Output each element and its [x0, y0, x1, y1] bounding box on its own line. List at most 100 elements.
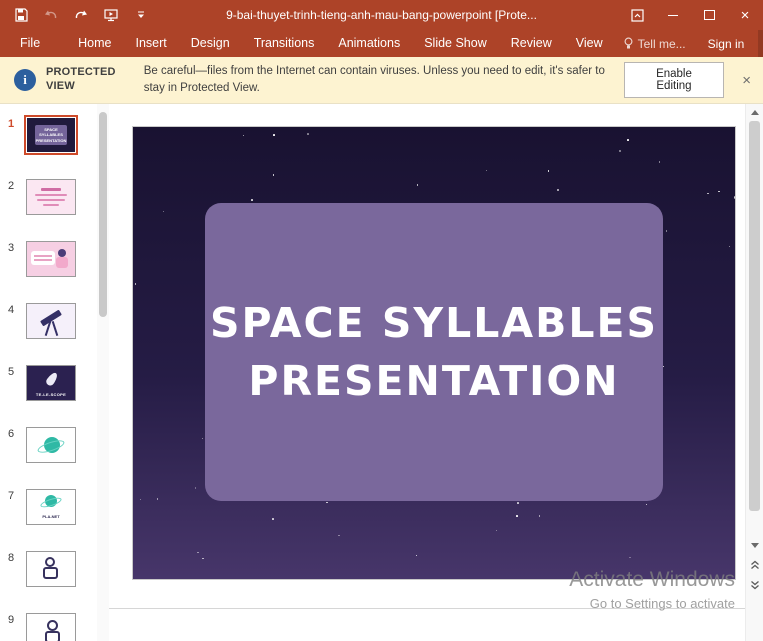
scroll-down-button[interactable] — [746, 535, 763, 555]
start-slideshow-button[interactable] — [96, 0, 126, 30]
redo-button[interactable] — [66, 0, 96, 30]
slideshow-monitor-icon — [104, 8, 118, 22]
mini-text-line — [43, 204, 59, 206]
slide-title-card[interactable]: SPACE SYLLABLES PRESENTATION — [205, 203, 663, 501]
mini-telescope-leg — [51, 321, 59, 336]
save-icon — [14, 8, 28, 22]
mini-text-line — [37, 199, 65, 201]
thumbnail-panel-scrollbar[interactable] — [97, 104, 109, 641]
mini-telescope — [40, 309, 62, 327]
triangle-down-icon — [750, 542, 759, 548]
tab-animations[interactable]: Animations — [326, 30, 412, 57]
tab-home[interactable]: Home — [66, 30, 123, 57]
slide-number: 1 — [8, 118, 15, 130]
mini-text-line — [41, 188, 61, 191]
mini-astronaut-helmet — [45, 557, 55, 567]
slide-1-thumb: SPACE SYLLABLES PRESENTATION — [26, 117, 76, 153]
undo-button[interactable] — [36, 0, 66, 30]
window-title: 9-bai-thuyet-trinh-tieng-anh-mau-bang-po… — [226, 8, 537, 22]
slide-thumbnail-5[interactable]: 5 TE-LE-SCOPE — [0, 364, 97, 426]
lightbulb-icon — [623, 37, 634, 50]
slide-number: 3 — [8, 242, 15, 254]
tab-insert[interactable]: Insert — [124, 30, 179, 57]
save-button[interactable] — [6, 0, 36, 30]
slide-4-thumb — [26, 303, 76, 339]
info-circle-icon: i — [14, 69, 36, 91]
protected-view-message: Be careful—files from the Internet can c… — [143, 65, 605, 94]
slide-5-thumb: TE-LE-SCOPE — [26, 365, 76, 401]
slide-edit-area: SPACE SYLLABLES PRESENTATION Activate Wi… — [109, 104, 745, 641]
minimize-button[interactable] — [655, 0, 691, 30]
watermark-line-1: Activate Windows — [569, 568, 735, 591]
chevron-down-icon — [137, 11, 145, 19]
slide-thumbnail-7[interactable]: 7 PLA-NET — [0, 488, 97, 550]
slide-thumbnail-9[interactable]: 9 — [0, 612, 97, 641]
ribbon-display-options-button[interactable] — [619, 0, 655, 30]
next-slide-button[interactable] — [746, 575, 763, 595]
enable-editing-button[interactable]: Enable Editing — [623, 62, 725, 98]
slide-6-thumb — [26, 427, 76, 463]
scrollbar-thumb[interactable] — [749, 121, 760, 511]
minimize-icon — [668, 14, 678, 16]
ribbon-tab-bar: File Home Insert Design Transitions Anim… — [0, 30, 763, 57]
double-chevron-down-icon — [750, 580, 760, 590]
mini-character-body — [56, 257, 68, 268]
protected-view-title: PROTECTED VIEW — [46, 66, 116, 92]
quick-access-toolbar — [6, 0, 156, 30]
mini-speech-bubble — [31, 251, 55, 265]
mini-caption: TE-LE-SCOPE — [35, 392, 67, 397]
scrollbar-bottom-cluster — [746, 535, 763, 595]
tab-file[interactable]: File — [4, 30, 56, 57]
slide-thumbnail-4[interactable]: 4 — [0, 302, 97, 364]
tab-view[interactable]: View — [564, 30, 615, 57]
undo-icon — [44, 9, 58, 22]
mini-astronaut-helmet — [47, 620, 58, 631]
slide-thumbnail-1[interactable]: 1 SPACE SYLLABLES PRESENTATION — [0, 116, 97, 178]
tab-slide-show[interactable]: Slide Show — [412, 30, 499, 57]
window-controls: × — [619, 0, 763, 30]
thumbnail-scrollbar-thumb[interactable] — [99, 112, 107, 317]
mini-caption: PLA-NET — [42, 514, 60, 519]
tell-me-box[interactable]: Tell me... — [615, 37, 694, 51]
tab-transitions[interactable]: Transitions — [242, 30, 327, 57]
double-chevron-up-icon — [750, 560, 760, 570]
slide-thumbnail-3[interactable]: 3 — [0, 240, 97, 302]
ribbon-right-group: Tell me... Sign in Share — [615, 30, 763, 57]
slide-thumbnail-2[interactable]: 2 — [0, 178, 97, 240]
watermark-line-2: Go to Settings to activate — [589, 596, 735, 611]
tab-review[interactable]: Review — [499, 30, 564, 57]
vertical-scrollbar[interactable] — [745, 104, 763, 641]
protected-view-bar: i PROTECTED VIEW Be careful—files from t… — [0, 57, 763, 104]
slide-title-line-1: SPACE SYLLABLES — [209, 299, 659, 347]
close-button[interactable]: × — [727, 0, 763, 30]
customize-qat-button[interactable] — [126, 0, 156, 30]
slide-thumbnail-8[interactable]: 8 — [0, 550, 97, 612]
slide-number: 5 — [8, 366, 15, 378]
previous-slide-button[interactable] — [746, 555, 763, 575]
workspace: 1 SPACE SYLLABLES PRESENTATION 2 3 4 5 T… — [0, 104, 763, 641]
mini-astronaut-suit — [45, 631, 60, 641]
mini-planet-ring — [39, 495, 63, 510]
slide-thumbnail-panel: 1 SPACE SYLLABLES PRESENTATION 2 3 4 5 T… — [0, 104, 97, 641]
slide-canvas[interactable]: SPACE SYLLABLES PRESENTATION — [133, 127, 735, 579]
slide-number: 2 — [8, 180, 15, 192]
tab-design[interactable]: Design — [179, 30, 242, 57]
slide-9-thumb — [26, 613, 76, 641]
mini-astronaut-suit — [43, 567, 58, 579]
scroll-up-button[interactable] — [746, 104, 763, 120]
mini-rocket — [44, 370, 60, 388]
dismiss-bar-close-icon[interactable]: × — [742, 73, 751, 88]
slide-number: 7 — [8, 490, 15, 502]
powerpoint-window: 9-bai-thuyet-trinh-tieng-anh-mau-bang-po… — [0, 0, 763, 641]
title-bar: 9-bai-thuyet-trinh-tieng-anh-mau-bang-po… — [0, 0, 763, 30]
share-button[interactable]: Share — [758, 30, 763, 57]
slide-title-line-2: PRESENTATION — [248, 357, 620, 405]
mini-text-line — [35, 194, 67, 196]
sign-in-button[interactable]: Sign in — [694, 37, 759, 51]
slide-2-thumb — [26, 179, 76, 215]
slide-8-thumb — [26, 551, 76, 587]
maximize-button[interactable] — [691, 0, 727, 30]
slide-thumbnail-6[interactable]: 6 — [0, 426, 97, 488]
mini-title-card: SPACE SYLLABLES PRESENTATION — [35, 125, 67, 145]
redo-icon — [74, 9, 88, 22]
